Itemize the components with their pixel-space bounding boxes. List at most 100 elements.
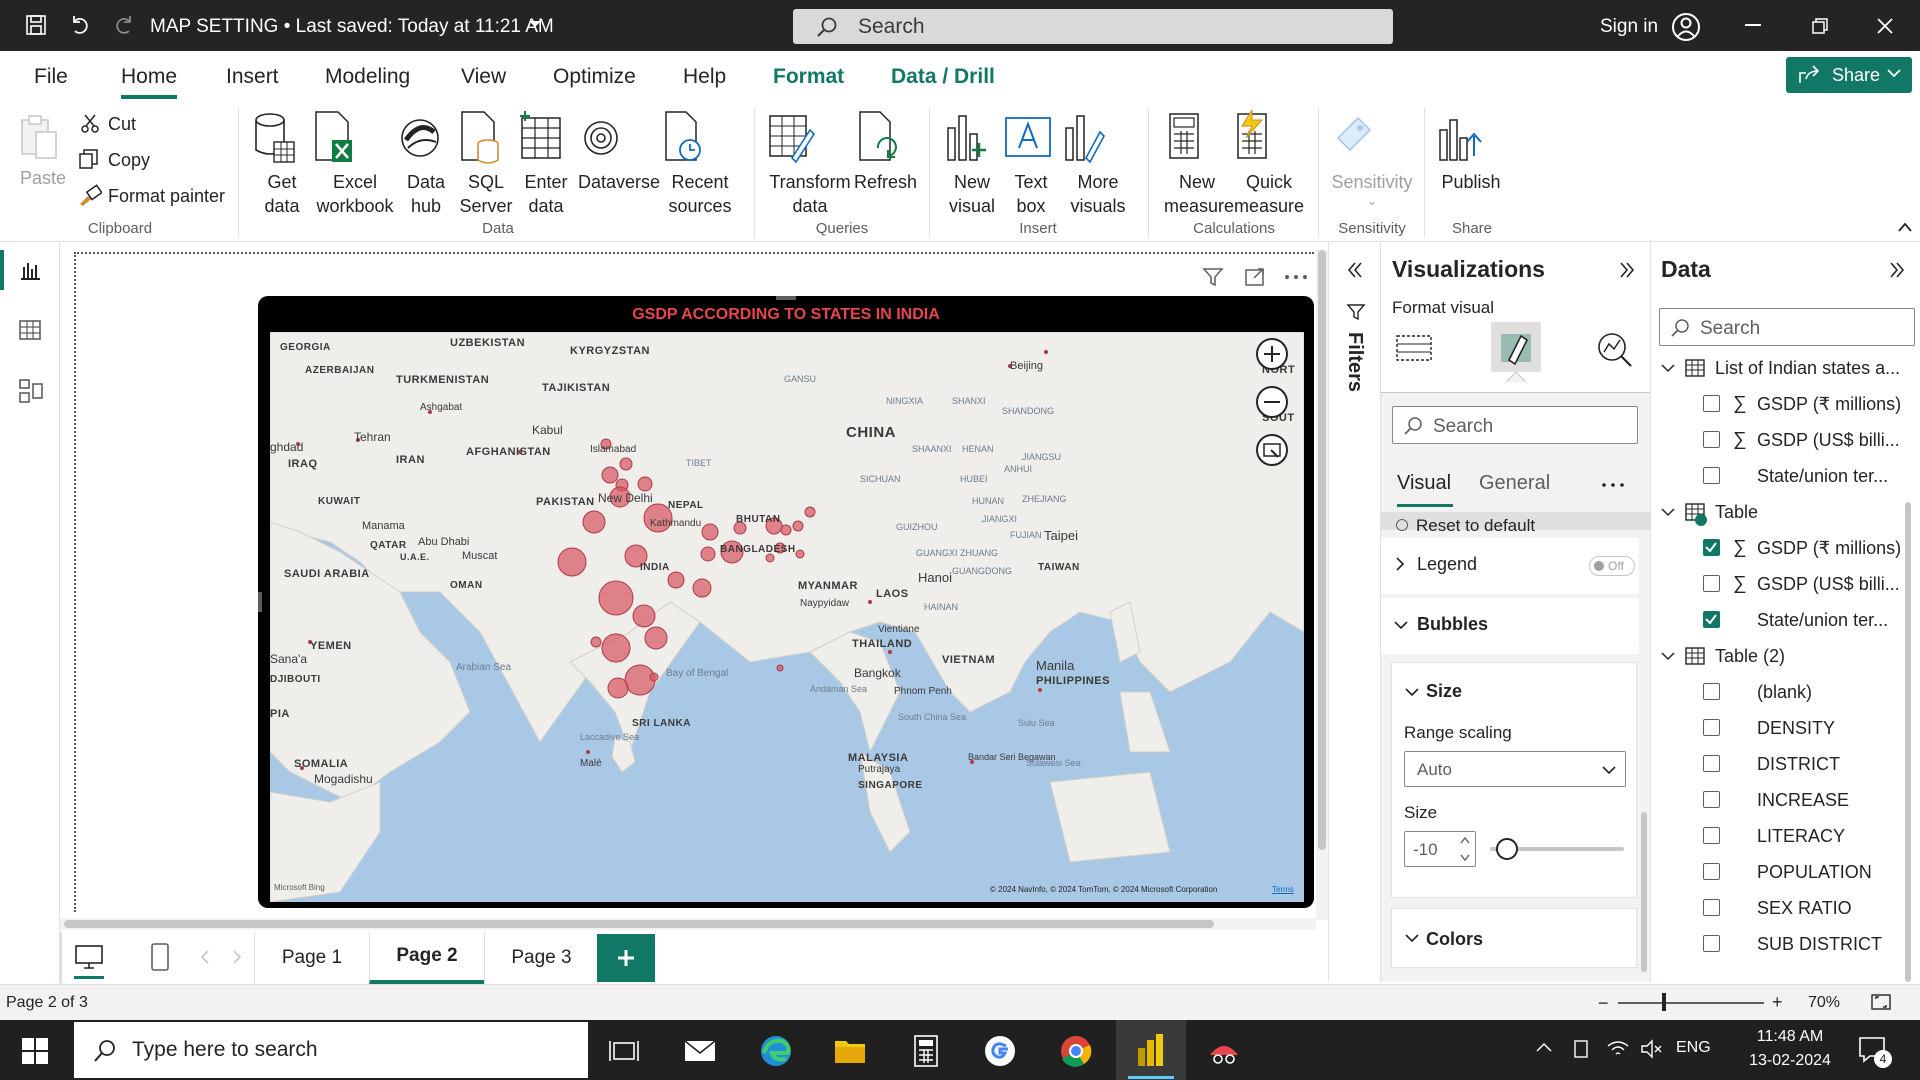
field-item[interactable]: POPULATION	[1703, 862, 1913, 892]
restore-icon[interactable]	[1812, 18, 1828, 34]
sql-server-button[interactable]: SQL Server	[458, 110, 514, 218]
mail-icon[interactable]	[682, 1033, 718, 1069]
device-icon[interactable]	[1572, 1038, 1592, 1060]
gsdp-bubble[interactable]	[765, 553, 775, 563]
model-view-icon[interactable]	[18, 378, 44, 404]
refresh-button[interactable]: Refresh	[854, 110, 917, 194]
new-visual-button[interactable]: New visual	[942, 110, 1002, 218]
windows-start-icon[interactable]	[22, 1038, 48, 1064]
viz-scrollbar[interactable]	[1641, 812, 1647, 972]
add-page-button[interactable]	[597, 934, 655, 982]
close-icon[interactable]	[1877, 18, 1893, 34]
colors-card[interactable]: Colors	[1391, 908, 1637, 968]
prev-page-icon[interactable]	[200, 950, 210, 964]
legend-card[interactable]: Legend Off	[1381, 538, 1639, 594]
gsdp-bubble[interactable]	[582, 510, 606, 534]
undo-icon[interactable]	[68, 13, 92, 37]
field-item[interactable]: SUB DISTRICT	[1703, 934, 1913, 964]
field-item[interactable]: SEX RATIO	[1703, 898, 1913, 928]
tab-data-drill[interactable]: Data / Drill	[891, 65, 995, 89]
save-icon[interactable]	[24, 13, 48, 37]
stepper-down-icon[interactable]	[1459, 854, 1471, 862]
gsdp-bubble[interactable]	[780, 524, 792, 536]
chrome-icon[interactable]	[1058, 1033, 1094, 1069]
collapse-viz-icon[interactable]	[1617, 260, 1637, 280]
gsdp-bubble[interactable]	[607, 677, 629, 699]
data-hub-button[interactable]: Data hub	[398, 110, 454, 218]
volume-icon[interactable]	[1640, 1038, 1664, 1060]
zoom-in-icon[interactable]: +	[1772, 992, 1783, 1013]
edge-icon[interactable]	[758, 1033, 794, 1069]
field-item[interactable]: INCREASE	[1703, 790, 1913, 820]
account-icon[interactable]	[1671, 12, 1701, 42]
field-checkbox[interactable]	[1703, 611, 1720, 628]
taskbar-search[interactable]: Type here to search	[74, 1022, 588, 1078]
map-visual[interactable]: GSDP ACCORDING TO STATES IN INDIA GEORGI…	[258, 296, 1314, 908]
calculator-icon[interactable]	[908, 1033, 944, 1069]
gsdp-bubble[interactable]	[700, 546, 716, 562]
resize-handle-top[interactable]	[776, 296, 796, 300]
google-icon[interactable]	[982, 1033, 1018, 1069]
gsdp-bubble[interactable]	[557, 547, 587, 577]
gsdp-bubble[interactable]	[601, 633, 631, 663]
field-item[interactable]: ∑ GSDP (₹ millions)	[1703, 393, 1913, 424]
enter-data-button[interactable]: Enter data	[518, 110, 574, 218]
page-tab-3[interactable]: Page 3	[484, 932, 599, 984]
excel-workbook-button[interactable]: Excel workbook	[312, 110, 398, 218]
field-checkbox[interactable]	[1703, 575, 1720, 592]
filter-icon[interactable]	[1202, 266, 1224, 288]
field-checkbox[interactable]	[1703, 935, 1720, 952]
tab-format[interactable]: Format	[773, 65, 844, 89]
gsdp-bubble[interactable]	[644, 626, 668, 650]
redo-icon[interactable]	[112, 13, 136, 37]
field-item[interactable]: DENSITY	[1703, 718, 1913, 748]
tab-general[interactable]: General	[1479, 472, 1550, 495]
field-item[interactable]: (blank)	[1703, 682, 1913, 712]
next-page-icon[interactable]	[232, 950, 242, 964]
gsdp-bubble[interactable]	[795, 549, 805, 559]
tab-visual[interactable]: Visual	[1397, 472, 1451, 495]
page-tab-1[interactable]: Page 1	[254, 932, 369, 984]
desktop-layout-icon[interactable]	[74, 942, 104, 972]
tab-modeling[interactable]: Modeling	[325, 65, 410, 89]
filters-pane-collapsed[interactable]: Filters	[1328, 242, 1380, 982]
field-checkbox[interactable]	[1703, 431, 1720, 448]
title-dropdown-icon[interactable]	[528, 17, 542, 31]
field-checkbox[interactable]	[1703, 863, 1720, 880]
build-visual-icon[interactable]	[1395, 330, 1433, 366]
field-checkbox[interactable]	[1703, 719, 1720, 736]
more-visuals-button[interactable]: More visuals	[1060, 110, 1136, 218]
field-checkbox[interactable]	[1703, 683, 1720, 700]
zoom-slider-thumb[interactable]	[1662, 993, 1666, 1011]
tab-view[interactable]: View	[461, 65, 506, 89]
title-search-box[interactable]: Search	[793, 9, 1393, 44]
file-explorer-icon[interactable]	[832, 1033, 868, 1069]
tab-insert[interactable]: Insert	[226, 65, 279, 89]
gsdp-bubble[interactable]	[637, 476, 653, 492]
gsdp-bubble[interactable]	[667, 571, 685, 589]
table-node[interactable]: Table (2)	[1661, 646, 1911, 676]
data-search-input[interactable]: Search	[1659, 308, 1915, 346]
publish-button[interactable]: Publish	[1436, 110, 1506, 194]
field-item[interactable]: State/union ter...	[1703, 466, 1913, 496]
recent-sources-button[interactable]: Recent sources	[660, 110, 740, 218]
field-item[interactable]: DISTRICT	[1703, 754, 1913, 784]
resize-handle-left[interactable]	[258, 592, 262, 612]
field-item[interactable]: ∑ GSDP (₹ millions)	[1703, 537, 1913, 568]
field-checkbox[interactable]	[1703, 827, 1720, 844]
format-options-scroll[interactable]: Reset to default Legend Off Bubbles Size…	[1381, 512, 1651, 982]
gsdp-bubble[interactable]	[624, 664, 656, 696]
new-measure-button[interactable]: New measure	[1164, 110, 1234, 218]
wifi-icon[interactable]	[1606, 1038, 1630, 1060]
field-checkbox[interactable]	[1703, 539, 1720, 556]
clock-time[interactable]: 11:48 AM	[1744, 1028, 1836, 1046]
fit-to-page-icon[interactable]	[1870, 992, 1892, 1012]
language-indicator[interactable]: ENG	[1676, 1039, 1711, 1057]
gsdp-bubble[interactable]	[692, 578, 712, 598]
zoom-out-button[interactable]	[1256, 386, 1288, 418]
gsdp-bubble[interactable]	[590, 636, 602, 648]
report-canvas[interactable]: GSDP ACCORDING TO STATES IN INDIA GEORGI…	[60, 242, 1328, 932]
zoom-slider[interactable]	[1618, 1002, 1764, 1004]
tab-help[interactable]: Help	[683, 65, 726, 89]
more-options-icon[interactable]	[1284, 274, 1308, 280]
